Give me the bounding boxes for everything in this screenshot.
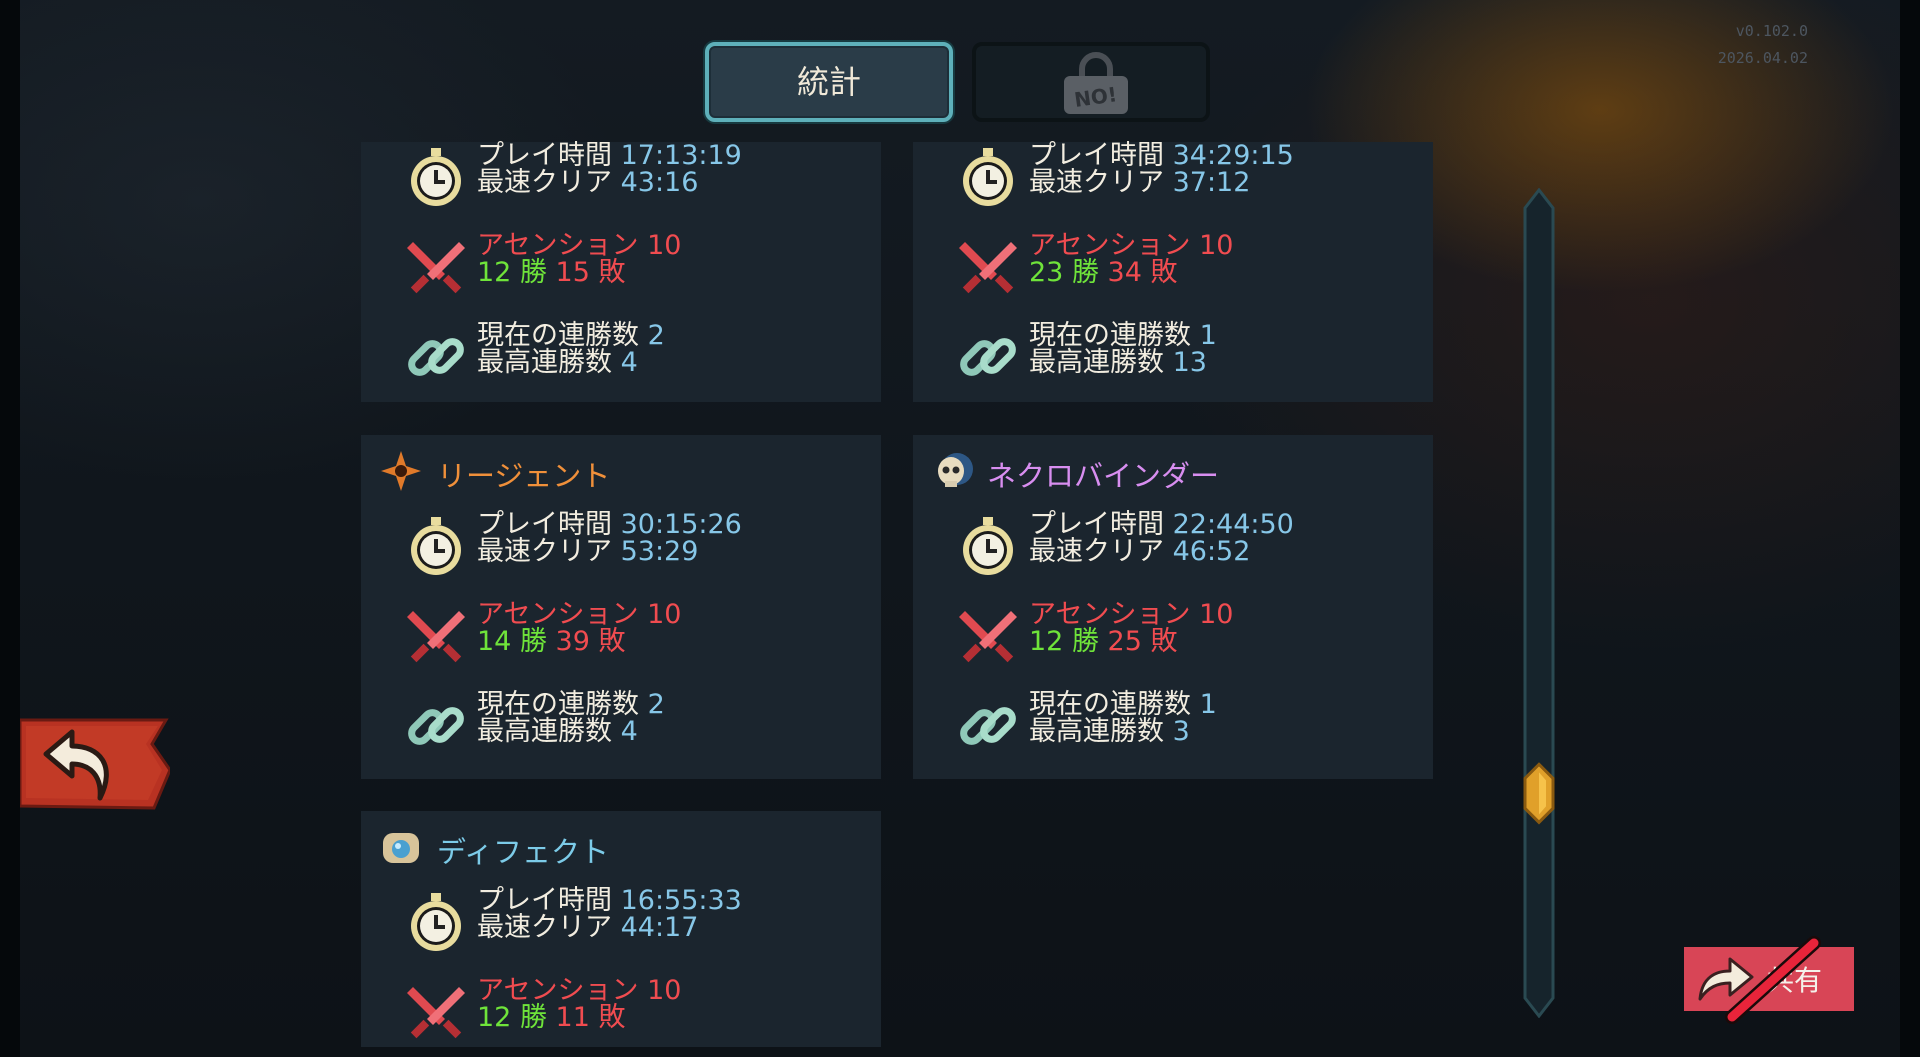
fastest-clear-label: 最速クリア <box>477 167 612 198</box>
left-letterbox <box>0 0 20 1057</box>
character-card-defect: ディフェクト プレイ時間 16:55:33 最速クリア 44:17 アセンション… <box>361 811 881 1047</box>
crossed-swords-icon <box>407 242 465 294</box>
wins-value: 23 <box>1029 257 1064 288</box>
chain-link-icon <box>960 338 1016 376</box>
scrollbar-thumb[interactable] <box>1523 762 1555 825</box>
ascension-row: アセンション 10 12 勝 15 敗 <box>405 232 875 312</box>
fastest-clear-label: 最速クリア <box>1029 536 1164 567</box>
stopwatch-icon <box>411 893 461 951</box>
stopwatch-icon <box>411 517 461 575</box>
wins-value: 14 <box>477 626 512 657</box>
streak-row: 現在の連勝数 1 最高連勝数 3 <box>957 691 1427 771</box>
losses-label: 敗 <box>1150 626 1178 657</box>
play-time-row: プレイ時間 17:13:19 最速クリア 43:16 <box>405 142 875 222</box>
losses-label: 敗 <box>1150 257 1178 288</box>
losses-value: 39 <box>555 626 590 657</box>
best-streak-label: 最高連勝数 <box>1029 716 1164 747</box>
current-streak-value: 2 <box>647 689 665 720</box>
stopwatch-icon <box>963 148 1013 206</box>
best-streak-value: 3 <box>1172 716 1190 747</box>
fastest-clear-label: 最速クリア <box>477 912 612 943</box>
crossed-swords-icon <box>959 242 1017 294</box>
ascension-value: 10 <box>1199 599 1234 630</box>
losses-label: 敗 <box>598 626 626 657</box>
best-streak-label: 最高連勝数 <box>477 716 612 747</box>
streak-row: 現在の連勝数 1 最高連勝数 13 <box>957 322 1427 402</box>
current-streak-value: 1 <box>1199 689 1217 720</box>
necrobinder-skull-icon <box>938 453 973 487</box>
character-name: ネクロバインダー <box>987 459 1220 493</box>
best-streak-value: 4 <box>620 347 638 378</box>
wins-label: 勝 <box>519 626 547 657</box>
losses-label: 敗 <box>598 257 626 288</box>
defect-orb-icon <box>383 833 419 863</box>
wins-value: 12 <box>477 257 512 288</box>
chain-link-icon <box>960 707 1016 745</box>
ascension-value: 10 <box>647 975 682 1006</box>
fastest-clear-label: 最速クリア <box>1029 167 1164 198</box>
character-card: プレイ時間 17:13:19 最速クリア 43:16 アセンション 10 12 … <box>361 142 881 402</box>
version-date: 2026.04.02 <box>1717 49 1808 67</box>
wins-value: 12 <box>1029 626 1064 657</box>
ascension-value: 10 <box>1199 230 1234 261</box>
disabled-slash-icon <box>1725 936 1821 1024</box>
wins-label: 勝 <box>519 257 547 288</box>
share-button[interactable]: 共有 <box>1684 936 1854 1024</box>
crossed-swords-icon <box>959 611 1017 663</box>
best-streak-value: 4 <box>620 716 638 747</box>
stopwatch-icon <box>963 517 1013 575</box>
back-button[interactable] <box>20 718 170 810</box>
ascension-value: 10 <box>647 230 682 261</box>
ascension-row: アセンション 10 23 勝 34 敗 <box>957 232 1427 312</box>
best-streak-value: 13 <box>1172 347 1207 378</box>
play-time-row: プレイ時間 22:44:50 最速クリア 46:52 <box>957 511 1427 591</box>
ascension-row: アセンション 10 12 勝 11 敗 <box>405 977 875 1057</box>
losses-value: 15 <box>555 257 590 288</box>
streak-row: 現在の連勝数 2 最高連勝数 4 <box>405 322 875 402</box>
character-card: プレイ時間 34:29:15 最速クリア 37:12 アセンション 10 23 … <box>913 142 1433 402</box>
fastest-clear-value: 37:12 <box>1172 167 1251 198</box>
play-time-row: プレイ時間 16:55:33 最速クリア 44:17 <box>405 887 875 967</box>
version-build: v0.102.0 <box>1735 22 1808 40</box>
ascension-row: アセンション 10 12 勝 25 敗 <box>957 601 1427 681</box>
ascension-row: アセンション 10 14 勝 39 敗 <box>405 601 875 681</box>
best-streak-label: 最高連勝数 <box>1029 347 1164 378</box>
fastest-clear-value: 46:52 <box>1172 536 1251 567</box>
play-time-row: プレイ時間 34:29:15 最速クリア 37:12 <box>957 142 1427 222</box>
losses-value: 34 <box>1107 257 1142 288</box>
right-letterbox <box>1900 0 1920 1057</box>
stopwatch-icon <box>411 148 461 206</box>
fastest-clear-value: 53:29 <box>620 536 699 567</box>
best-streak-label: 最高連勝数 <box>477 347 612 378</box>
lock-icon: NO! <box>1064 52 1128 114</box>
tab-stats[interactable]: 統計 <box>705 42 953 122</box>
tab-locked[interactable]: NO! <box>972 42 1210 122</box>
scrollbar[interactable] <box>1519 188 1559 1018</box>
losses-value: 11 <box>555 1002 590 1033</box>
character-name: ディフェクト <box>437 835 609 869</box>
version-info: v0.102.0 2026.04.02 <box>1718 18 1808 72</box>
character-name: リージェント <box>437 459 611 493</box>
regent-star-icon <box>381 451 421 491</box>
wins-value: 12 <box>477 1002 512 1033</box>
chain-link-icon <box>408 338 464 376</box>
crossed-swords-icon <box>407 987 465 1039</box>
fastest-clear-value: 44:17 <box>620 912 699 943</box>
losses-value: 25 <box>1107 626 1142 657</box>
chain-link-icon <box>408 707 464 745</box>
crossed-swords-icon <box>407 611 465 663</box>
ascension-value: 10 <box>647 599 682 630</box>
play-time-row: プレイ時間 30:15:26 最速クリア 53:29 <box>405 511 875 591</box>
character-card-regent: リージェント プレイ時間 30:15:26 最速クリア 53:29 アセンション… <box>361 435 881 779</box>
character-card-necrobinder: ネクロバインダー プレイ時間 22:44:50 最速クリア 46:52 アセンシ… <box>913 435 1433 779</box>
wins-label: 勝 <box>519 1002 547 1033</box>
fastest-clear-label: 最速クリア <box>477 536 612 567</box>
current-streak-value: 2 <box>647 320 665 351</box>
fastest-clear-value: 43:16 <box>620 167 699 198</box>
losses-label: 敗 <box>598 1002 626 1033</box>
wins-label: 勝 <box>1071 626 1099 657</box>
wins-label: 勝 <box>1071 257 1099 288</box>
streak-row: 現在の連勝数 2 最高連勝数 4 <box>405 691 875 771</box>
